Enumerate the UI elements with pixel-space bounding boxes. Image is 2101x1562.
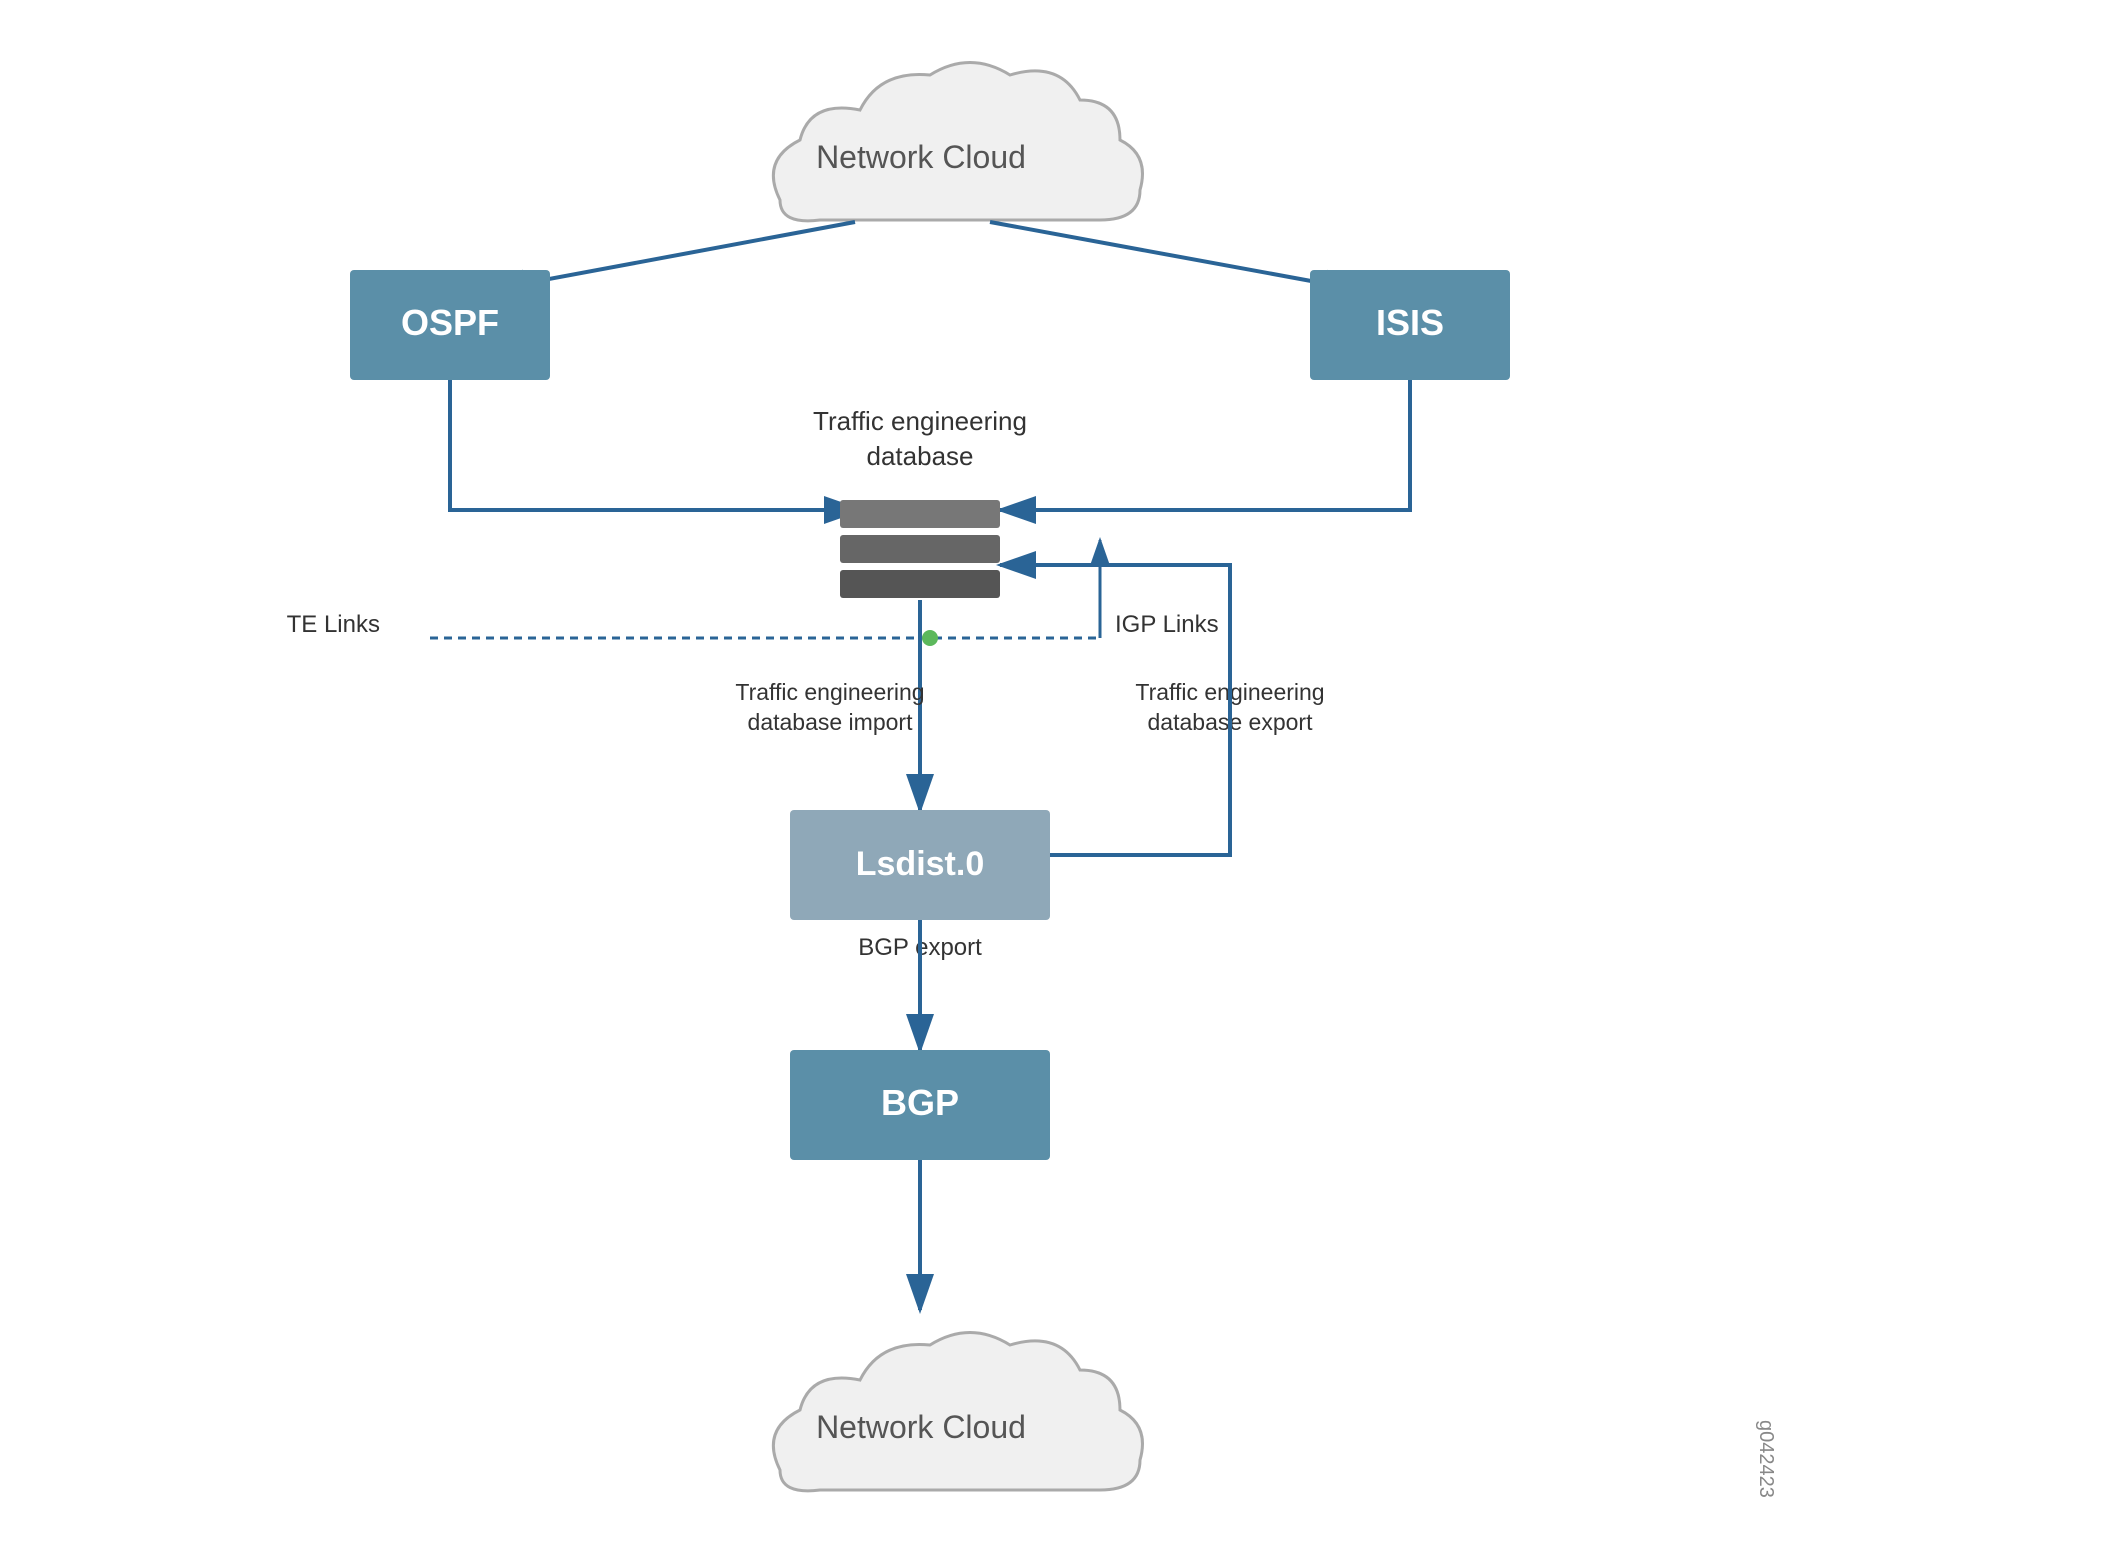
- te-db-import-line2: database import: [748, 709, 914, 735]
- isis-to-tedb-line: [1000, 380, 1410, 510]
- te-db-plate1: [840, 500, 1000, 528]
- te-db-title-line1: Traffic engineering: [813, 406, 1027, 436]
- te-igp-dot: [922, 630, 938, 646]
- bgp-label: BGP: [881, 1082, 959, 1123]
- diagram-container: Network Cloud OSPF ISIS Traffic engineer…: [0, 0, 2101, 1562]
- te-db-plate3: [840, 570, 1000, 598]
- te-links-label: TE Links: [287, 611, 380, 638]
- network-cloud-top-label: Network Cloud: [816, 139, 1026, 175]
- te-db-title-line2: database: [867, 441, 974, 471]
- isis-label: ISIS: [1376, 302, 1444, 343]
- network-cloud-bottom-label: Network Cloud: [816, 1409, 1026, 1445]
- ospf-label: OSPF: [401, 302, 499, 343]
- ospf-to-tedb-line: [450, 380, 860, 510]
- igp-links-label: IGP Links: [1115, 611, 1219, 638]
- lsdist-label: Lsdist.0: [856, 845, 984, 883]
- cloud-to-isis-line: [990, 222, 1360, 290]
- te-db-import-line1: Traffic engineering: [735, 679, 924, 705]
- te-db-plate2: [840, 535, 1000, 563]
- network-cloud-top: Network Cloud: [773, 63, 1142, 221]
- network-cloud-bottom: Network Cloud: [773, 1333, 1142, 1491]
- watermark: g042423: [1755, 1420, 1777, 1498]
